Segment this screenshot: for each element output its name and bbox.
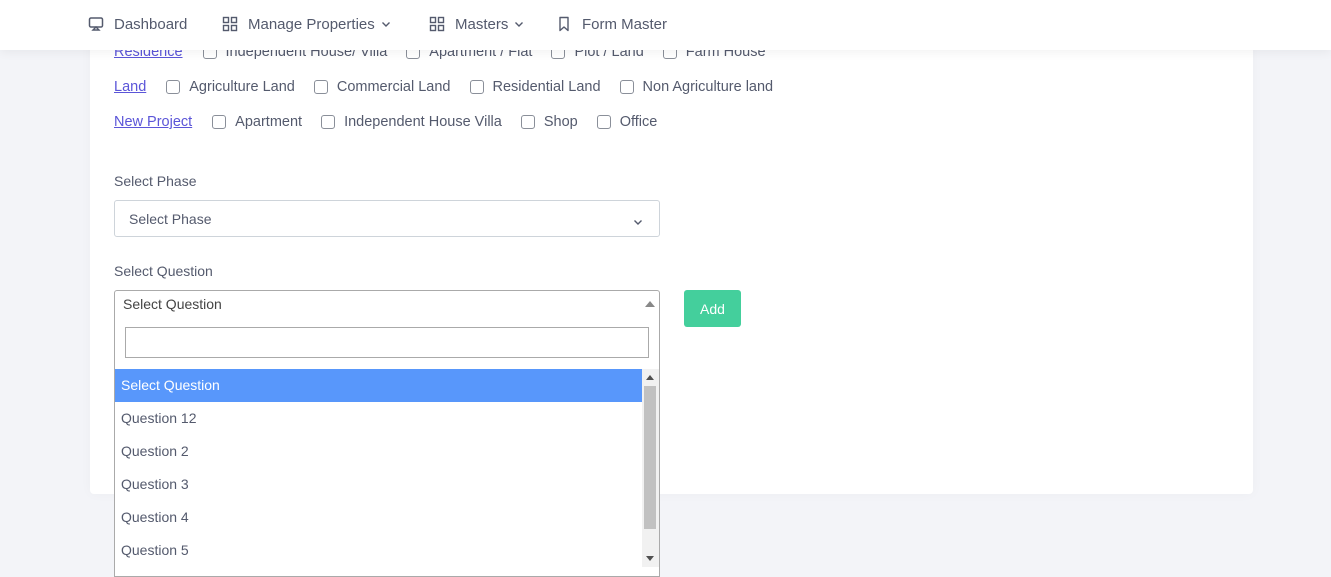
options-scrollbar[interactable] xyxy=(642,369,659,567)
monitor-icon xyxy=(88,16,104,32)
category-row-new-project: New Project Apartment Independent House … xyxy=(114,112,676,132)
checkbox[interactable] xyxy=(520,115,535,129)
checkbox-label: Commercial Land xyxy=(336,79,451,95)
checkbox[interactable] xyxy=(313,80,328,94)
checkbox-option[interactable]: Independent House Villa xyxy=(321,114,502,130)
checkbox-option[interactable]: Shop xyxy=(520,114,578,130)
checkbox-label: Shop xyxy=(543,114,578,130)
chevron-down-icon xyxy=(633,214,643,225)
select-question-value: Select Question xyxy=(123,296,222,312)
select-phase-value: Select Phase xyxy=(129,210,212,227)
chevron-down-icon xyxy=(514,19,524,29)
nav-label: Manage Properties xyxy=(248,15,375,33)
checkbox[interactable] xyxy=(212,115,227,129)
grid-icon xyxy=(222,16,238,32)
option-item[interactable]: Question 2 xyxy=(115,435,642,468)
checkbox-label: Agriculture Land xyxy=(189,79,295,95)
checkbox[interactable] xyxy=(596,115,611,129)
checkbox-label: Office xyxy=(619,114,658,130)
question-search-input[interactable] xyxy=(125,327,649,358)
checkbox[interactable] xyxy=(321,115,336,129)
category-row-land: Land Agriculture Land Commercial Land Re… xyxy=(114,77,792,97)
category-link-new-project[interactable]: New Project xyxy=(114,114,192,130)
nav-item-form-master[interactable]: Form Master xyxy=(556,0,667,48)
nav-label: Dashboard xyxy=(114,15,188,33)
checkbox-option[interactable]: Commercial Land xyxy=(313,79,451,95)
top-navbar: Dashboard Manage Properties Masters Form… xyxy=(0,0,1331,50)
checkbox-option[interactable]: Apartment xyxy=(212,114,302,130)
checkbox[interactable] xyxy=(166,80,181,94)
add-button[interactable]: Add xyxy=(684,290,741,327)
caret-up-icon xyxy=(645,301,655,307)
checkbox-label: Residential Land xyxy=(492,79,601,95)
select-question-label: Select Question xyxy=(114,263,213,279)
select-phase-label: Select Phase xyxy=(114,173,197,189)
checkbox-option[interactable]: Residential Land xyxy=(469,79,601,95)
checkbox-label: Independent House Villa xyxy=(344,114,502,130)
nav-item-masters[interactable]: Masters xyxy=(429,0,524,48)
select-question-dropdown[interactable]: Select Question xyxy=(114,290,660,318)
category-link-land[interactable]: Land xyxy=(114,79,146,95)
scrollbar-thumb[interactable] xyxy=(644,386,656,529)
scroll-up-arrow-icon[interactable] xyxy=(646,375,654,380)
checkbox-option[interactable]: Office xyxy=(596,114,658,130)
grid-icon xyxy=(429,16,445,32)
nav-item-manage-properties[interactable]: Manage Properties xyxy=(222,0,391,48)
option-item[interactable]: Question 4 xyxy=(115,501,642,534)
option-item[interactable]: Question 5 xyxy=(115,534,642,567)
nav-label: Masters xyxy=(455,15,509,33)
select-phase-dropdown[interactable]: Select Phase xyxy=(114,200,660,237)
option-item[interactable]: Question 12 xyxy=(115,402,642,435)
checkbox-option[interactable]: Non Agriculture land xyxy=(619,79,774,95)
nav-item-dashboard[interactable]: Dashboard xyxy=(88,0,187,48)
option-item[interactable]: Select Question xyxy=(115,369,642,402)
question-dropdown-panel: Select Question Question 12 Question 2 Q… xyxy=(114,317,660,577)
option-item[interactable]: Question 3 xyxy=(115,468,642,501)
bookmark-icon xyxy=(556,16,572,32)
checkbox[interactable] xyxy=(619,80,634,94)
nav-label: Form Master xyxy=(582,15,668,33)
checkbox-option[interactable]: Agriculture Land xyxy=(166,79,295,95)
chevron-down-icon xyxy=(381,19,391,29)
scroll-down-arrow-icon[interactable] xyxy=(646,556,654,561)
checkbox[interactable] xyxy=(469,80,484,94)
question-options-list: Select Question Question 12 Question 2 Q… xyxy=(115,369,642,567)
checkbox-label: Apartment xyxy=(235,114,303,130)
checkbox-label: Non Agriculture land xyxy=(642,79,774,95)
